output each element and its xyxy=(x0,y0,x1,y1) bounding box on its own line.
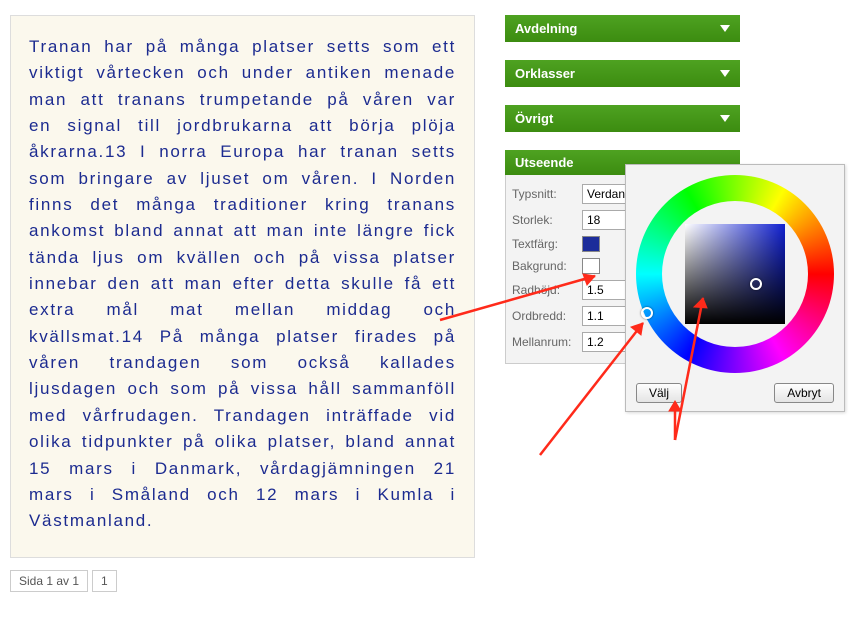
swatch-textcolor[interactable] xyxy=(582,236,600,252)
text-preview: Tranan har på många platser setts som et… xyxy=(10,15,475,558)
color-picker-popup: Välj Avbryt xyxy=(625,164,845,412)
valj-button[interactable]: Välj xyxy=(636,383,682,403)
label-storlek: Storlek: xyxy=(512,213,582,227)
chevron-down-icon xyxy=(720,25,730,32)
label-bakgrund: Bakgrund: xyxy=(512,259,582,273)
pager: Sida 1 av 1 1 xyxy=(10,570,475,592)
saturation-value-square[interactable] xyxy=(685,224,785,324)
label-mellanrum: Mellanrum: xyxy=(512,335,582,349)
accordion-orklasser[interactable]: Orklasser xyxy=(505,60,740,87)
accordion-ovrigt[interactable]: Övrigt xyxy=(505,105,740,132)
avbryt-button[interactable]: Avbryt xyxy=(774,383,834,403)
accordion-label: Avdelning xyxy=(515,21,577,36)
swatch-bgcolor[interactable] xyxy=(582,258,600,274)
pager-current[interactable]: 1 xyxy=(92,570,117,592)
accordion-avdelning[interactable]: Avdelning xyxy=(505,15,740,42)
label-ordbredd: Ordbredd: xyxy=(512,309,582,323)
chevron-down-icon xyxy=(720,115,730,122)
label-typsnitt: Typsnitt: xyxy=(512,187,582,201)
label-radhojd: Radhöjd: xyxy=(512,283,582,297)
hue-handle[interactable] xyxy=(641,307,653,319)
chevron-down-icon xyxy=(720,70,730,77)
label-textfarg: Textfärg: xyxy=(512,237,582,251)
accordion-label: Övrigt xyxy=(515,111,553,126)
pager-label: Sida 1 av 1 xyxy=(10,570,88,592)
sv-handle[interactable] xyxy=(750,278,762,290)
accordion-label: Orklasser xyxy=(515,66,575,81)
